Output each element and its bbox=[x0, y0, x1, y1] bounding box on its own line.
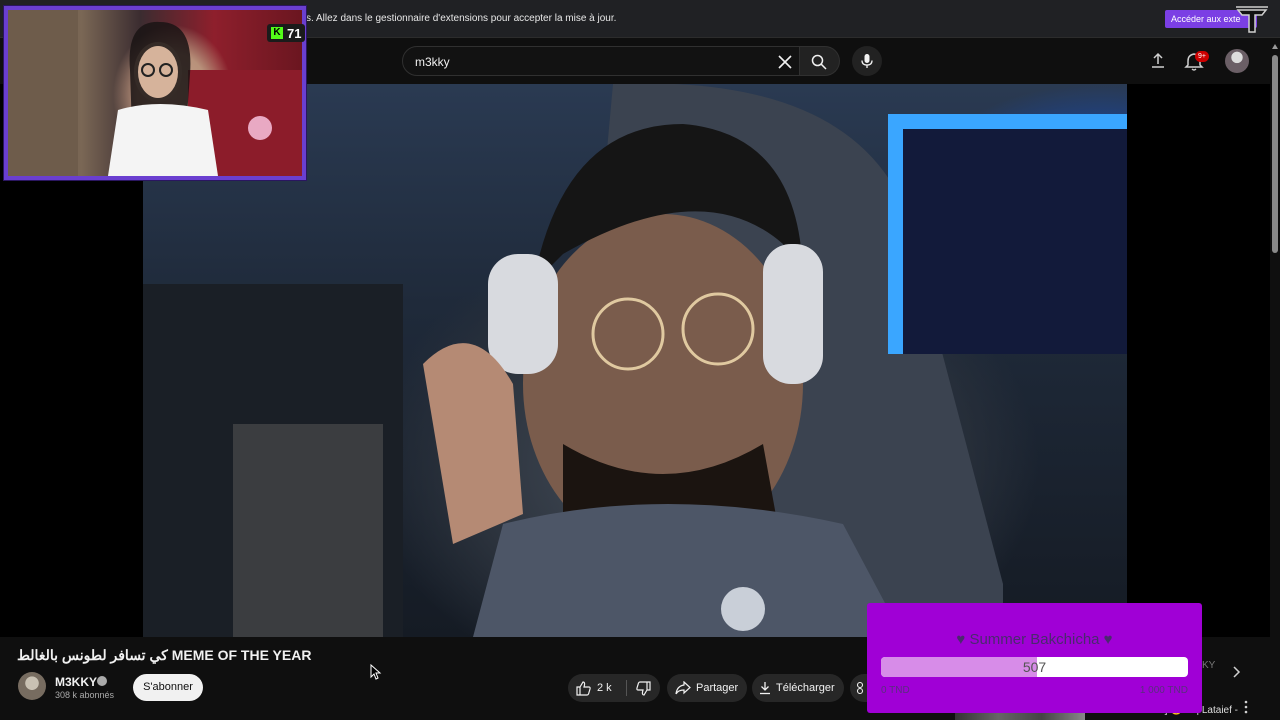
like-button[interactable]: 2 k bbox=[568, 674, 626, 702]
voice-search-button[interactable] bbox=[852, 46, 882, 76]
donation-current-amount: 507 bbox=[1022, 659, 1047, 675]
channel-name[interactable]: M3KKY bbox=[55, 675, 97, 689]
scroll-up-arrow-icon[interactable] bbox=[1272, 44, 1278, 49]
search-box[interactable]: m3kky bbox=[402, 46, 800, 76]
download-icon bbox=[760, 682, 770, 695]
donation-goal-min: 0 TND bbox=[881, 685, 910, 696]
clear-search-icon[interactable] bbox=[775, 52, 795, 72]
microphone-icon bbox=[861, 54, 873, 68]
viewer-count-badge: K 71 bbox=[267, 24, 306, 42]
thumbs-down-icon bbox=[636, 681, 651, 696]
like-count: 2 k bbox=[597, 682, 612, 694]
donation-goal-max: 1 000 TND bbox=[1139, 685, 1188, 696]
download-button[interactable]: Télécharger bbox=[752, 674, 844, 702]
thumbs-up-icon bbox=[576, 681, 591, 696]
verified-badge-icon bbox=[97, 676, 107, 686]
dislike-button[interactable] bbox=[628, 674, 660, 702]
scrollbar-thumb[interactable] bbox=[1272, 55, 1278, 253]
like-dislike-group: 2 k bbox=[568, 674, 660, 702]
brand-logo-icon bbox=[1236, 6, 1268, 33]
notifications-count-badge: 9+ bbox=[1195, 51, 1209, 62]
video-title: كي تسافر لطونس بالغالط MEME OF THE YEAR bbox=[17, 647, 312, 663]
share-button[interactable]: Partager bbox=[667, 674, 747, 702]
webcam-image bbox=[8, 10, 302, 176]
mouse-cursor-icon bbox=[370, 664, 382, 680]
like-divider bbox=[626, 680, 627, 696]
streamer-webcam-overlay: K 71 bbox=[4, 6, 306, 180]
more-options-icon[interactable] bbox=[1242, 699, 1250, 715]
download-label: Télécharger bbox=[776, 682, 835, 694]
search-button[interactable] bbox=[800, 46, 840, 76]
recommended-thumbnail[interactable] bbox=[955, 712, 1085, 720]
donation-goal-widget: ♥ Summer Bakchicha ♥ 507 0 TND 1 000 TND bbox=[867, 603, 1202, 713]
upload-icon[interactable] bbox=[1148, 51, 1168, 71]
search-icon bbox=[811, 54, 827, 70]
kick-logo-icon: K bbox=[271, 27, 283, 39]
donation-progress-bar: 507 bbox=[881, 657, 1188, 677]
viewer-count: 71 bbox=[287, 25, 302, 41]
subscribe-button[interactable]: S'abonner bbox=[133, 674, 203, 701]
share-icon bbox=[675, 681, 691, 695]
share-label: Partager bbox=[696, 682, 739, 694]
account-avatar[interactable] bbox=[1225, 49, 1249, 73]
extension-update-message: s. Allez dans le gestionnaire d'extensio… bbox=[306, 13, 617, 24]
search-input[interactable]: m3kky bbox=[415, 55, 450, 69]
chevron-right-icon[interactable] bbox=[1228, 664, 1244, 680]
chip-partial-label[interactable]: KY bbox=[1202, 660, 1215, 671]
screen: s. Allez dans le gestionnaire d'extensio… bbox=[0, 0, 1280, 720]
donation-goal-title: ♥ Summer Bakchicha ♥ bbox=[956, 631, 1113, 648]
channel-avatar[interactable] bbox=[18, 672, 46, 700]
subscriber-count: 308 k abonnés bbox=[55, 690, 115, 700]
